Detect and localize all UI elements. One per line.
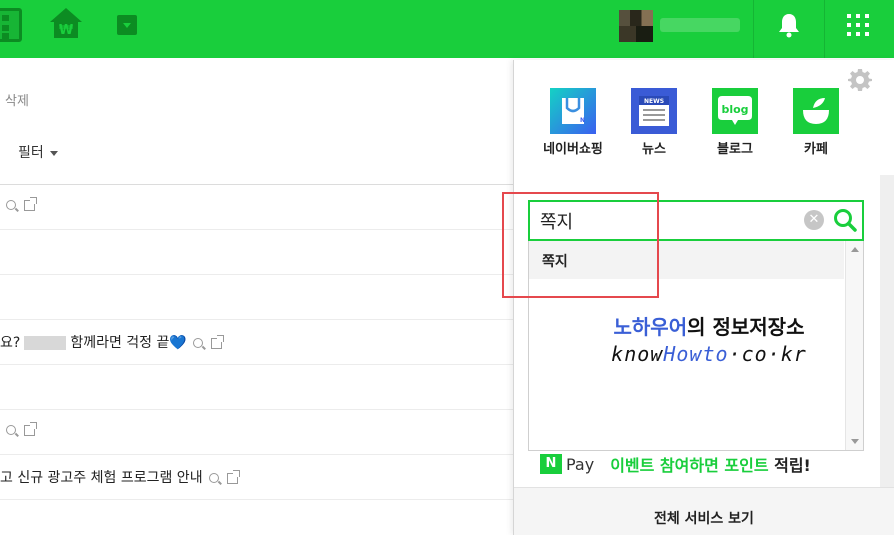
search-icon[interactable] [192,338,203,348]
pay-promo: 이벤트 참여하면 포인트 [610,456,769,475]
news-icon-text: NEWS [644,98,664,105]
app-grid-icon[interactable] [847,14,869,36]
blog-icon-text: blog [721,103,748,116]
service-news[interactable]: NEWS 뉴스 [614,88,694,157]
watermark-text: Howto [663,342,729,366]
blurred-text [24,336,67,350]
delete-button[interactable]: 삭제 [5,90,29,109]
list-item-text: 고 신규 광고주 체험 프로그램 안내 [0,470,203,486]
highlight-box [502,192,659,298]
heart-emoji: 💙 [169,335,187,351]
svg-text:N: N [580,117,585,124]
blog-icon: blog [712,88,758,134]
all-services-button[interactable]: 전체 서비스 보기 [514,487,894,535]
mail-list-area: 삭제 필터 요? 함께라면 걱정 끝💙 고 신규 광고주 체험 프로그램 안내 [0,58,514,535]
list-item-text: 요? [0,335,21,351]
watermark-text: know [611,342,664,366]
naver-logo-icon[interactable] [0,8,22,42]
scroll-up-icon[interactable] [851,247,859,252]
clear-icon[interactable]: ✕ [804,210,824,230]
divider [753,0,754,58]
list-item[interactable]: 고 신규 광고주 체험 프로그램 안내 [0,455,514,500]
watermark-text: 의 정보저장소 [687,315,805,339]
scrollbar[interactable] [845,241,863,450]
list-item[interactable] [0,275,514,320]
scroll-down-icon[interactable] [851,439,859,444]
pay-word: Pay [566,454,595,474]
watermark-text: 노하우어 [613,315,688,339]
service-cafe[interactable]: 카페 [776,88,856,157]
service-label: 블로그 [717,142,753,157]
news-icon: NEWS [631,88,677,134]
search-icon[interactable] [208,473,219,483]
watermark: 노하우어의 정보저장소 knowHowto·co·kr [599,311,819,366]
service-blog[interactable]: blog 블로그 [695,88,775,157]
filter-label: 필터 [18,145,44,161]
divider [824,0,825,58]
external-link-icon[interactable] [24,421,37,436]
avatar[interactable] [619,10,653,42]
service-label: 카페 [804,142,828,157]
top-bar: ₩ [0,0,894,58]
list-item[interactable] [0,410,514,455]
pay-promo-suffix: 적립! [768,456,811,475]
npay-banner[interactable]: N Pay 이벤트 참여하면 포인트 적립! [540,452,870,478]
external-link-icon[interactable] [210,334,224,349]
svg-text:₩: ₩ [59,23,74,38]
username-blurred [660,18,740,32]
home-won-icon[interactable]: ₩ [48,6,84,40]
scrollbar[interactable] [880,175,894,487]
external-link-icon[interactable] [24,196,37,211]
service-label: 뉴스 [642,142,666,157]
shopping-bag-icon: N [550,88,596,134]
search-icon[interactable] [6,200,16,210]
service-shopping[interactable]: N 네이버쇼핑 [533,88,613,157]
search-icon[interactable] [6,425,16,435]
list-item[interactable] [0,365,514,410]
service-label: 네이버쇼핑 [543,142,603,157]
external-link-icon[interactable] [226,469,240,484]
cafe-icon [793,88,839,134]
list-item[interactable] [0,185,514,230]
list-item[interactable]: 요? 함께라면 걱정 끝💙 [0,320,514,365]
list-item[interactable] [0,230,514,275]
dropdown-icon[interactable] [117,15,137,35]
npay-logo-icon: N [540,454,562,474]
watermark-text: ·co·kr [728,342,807,366]
chevron-down-icon [49,150,58,156]
filter-button[interactable]: 필터 [18,142,58,162]
bell-icon[interactable] [777,12,801,38]
search-icon[interactable] [832,207,858,233]
list-item-text: 함께라면 걱정 끝 [70,335,170,351]
